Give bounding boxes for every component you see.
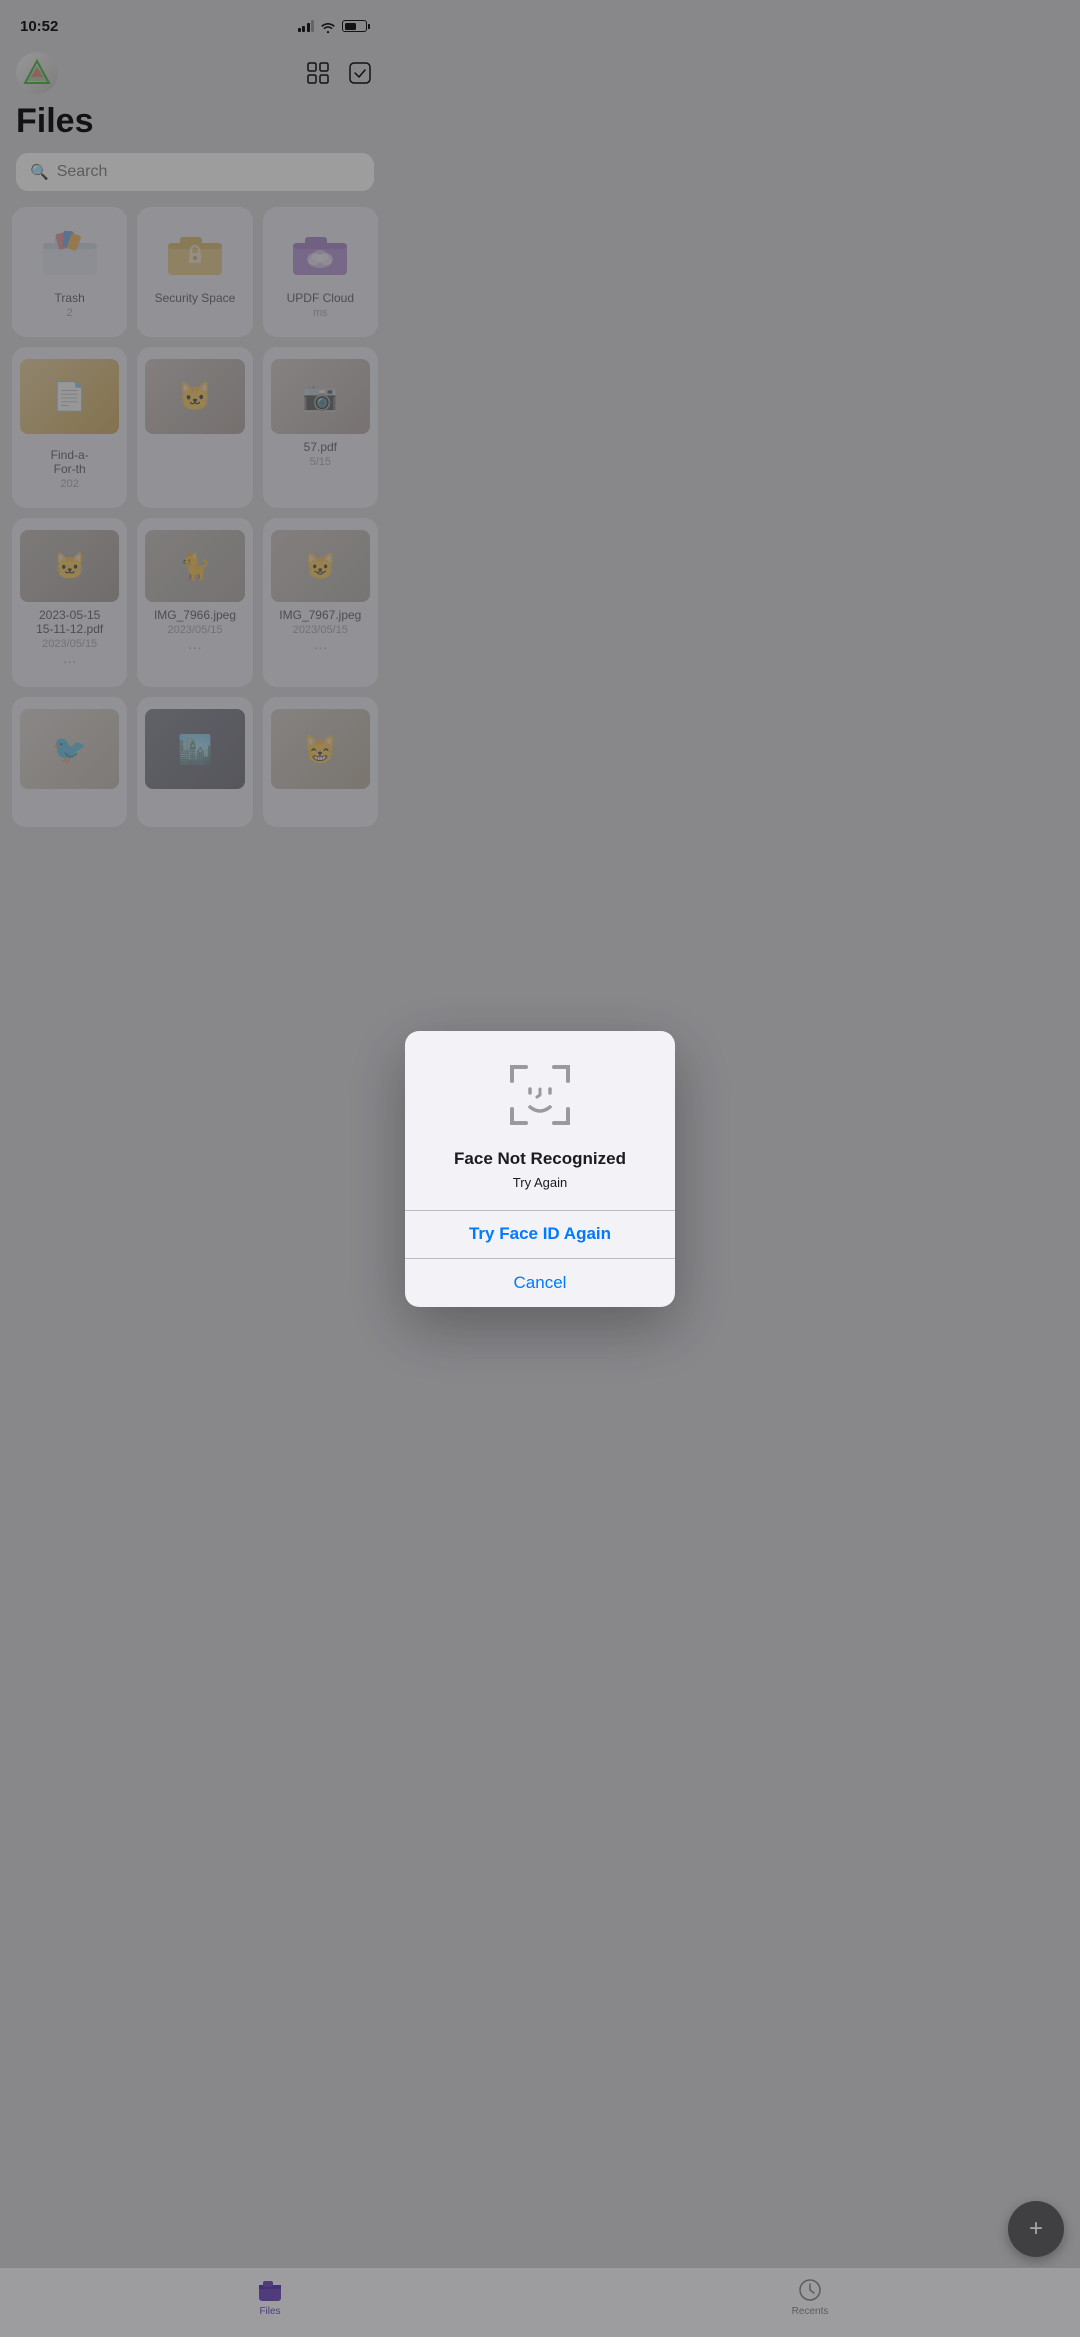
face-id-dialog: Face Not Recognized Try Again Try Face I… — [405, 1031, 675, 1307]
dialog-title: Face Not Recognized — [454, 1149, 626, 1169]
modal-overlay: Face Not Recognized Try Again Try Face I… — [0, 0, 1080, 2337]
cancel-button[interactable]: Cancel — [405, 1259, 675, 1307]
dialog-content: Face Not Recognized Try Again — [405, 1031, 675, 1210]
try-face-id-button[interactable]: Try Face ID Again — [405, 1210, 675, 1258]
face-id-icon — [504, 1059, 576, 1131]
dialog-subtitle: Try Again — [513, 1175, 567, 1190]
